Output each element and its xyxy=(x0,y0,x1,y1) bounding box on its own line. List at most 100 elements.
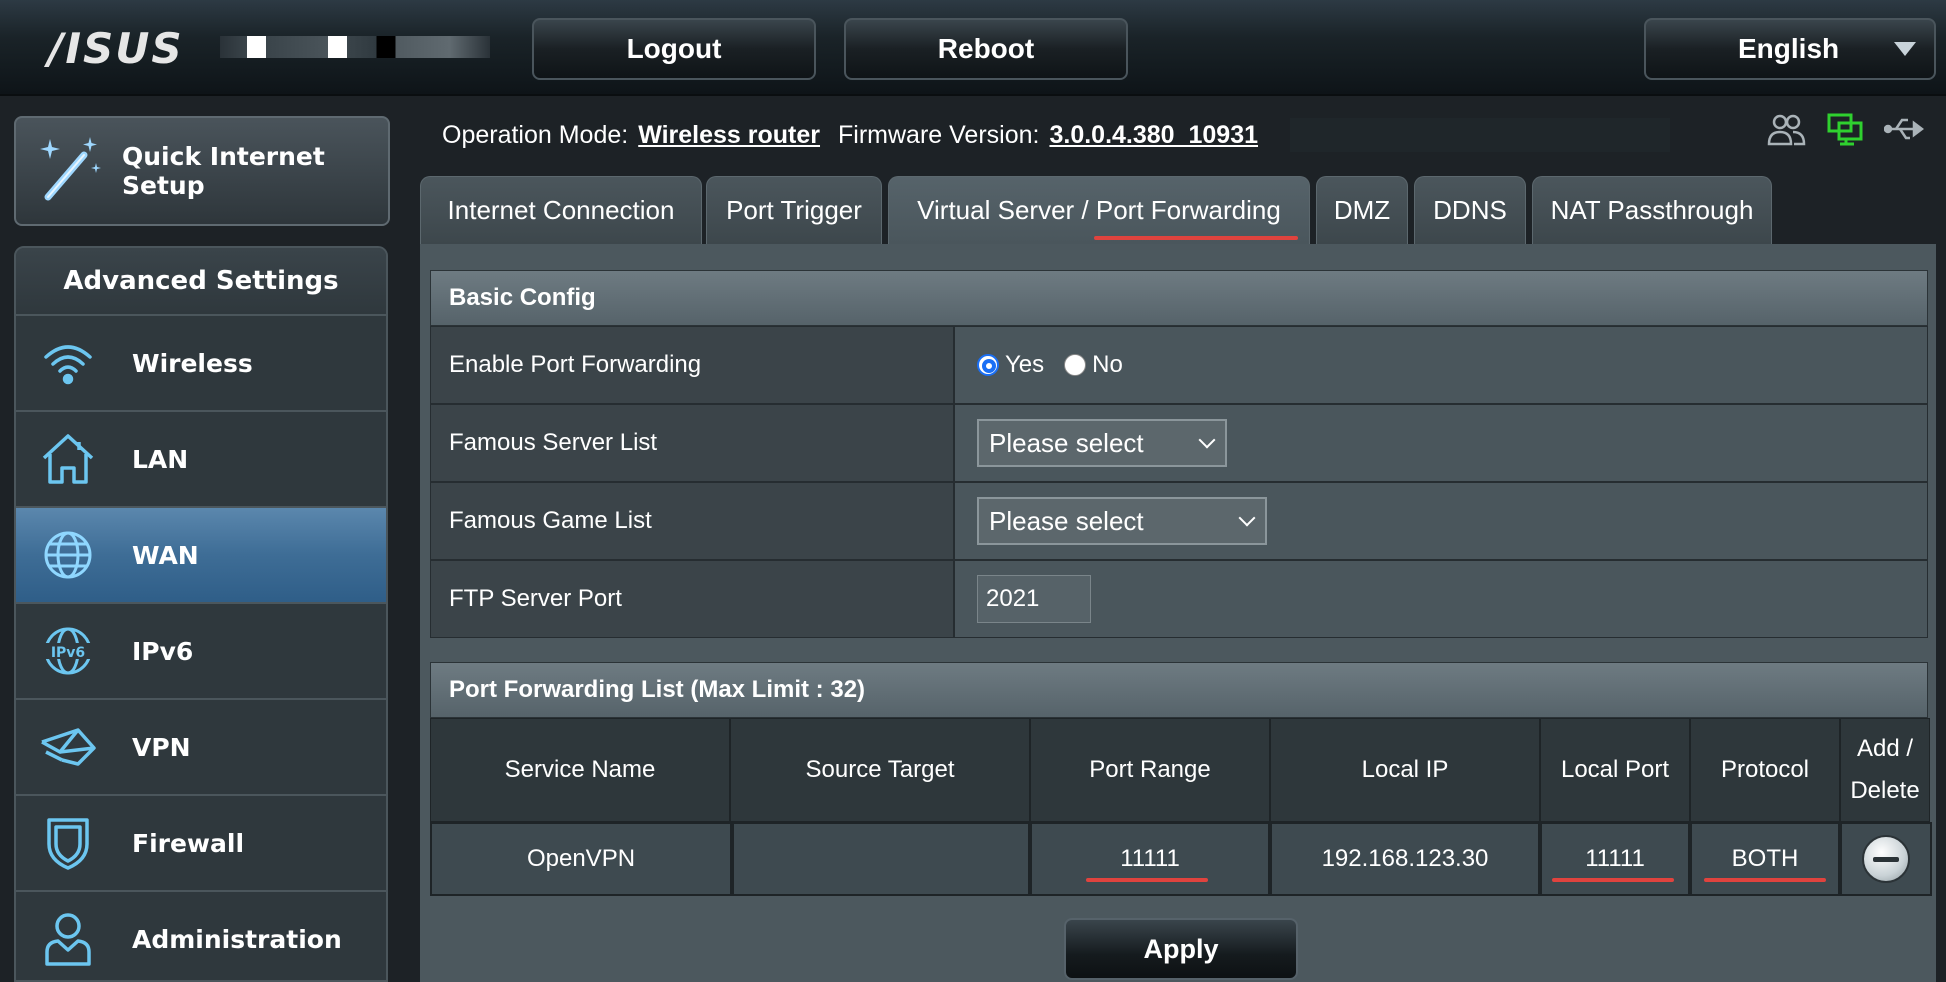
tab-virtual-server-port-forwarding[interactable]: Virtual Server / Port Forwarding xyxy=(888,176,1310,244)
sidebar-item-wireless[interactable]: Wireless xyxy=(16,316,386,412)
tab-label: Internet Connection xyxy=(447,195,675,225)
cell-text: 192.168.123.30 xyxy=(1321,845,1489,872)
field-value: Please select xyxy=(954,482,1928,560)
logout-button[interactable]: Logout xyxy=(532,18,816,80)
section-title: Basic Config xyxy=(449,284,596,311)
sidebar-item-ipv6[interactable]: IPv6 IPv6 xyxy=(16,604,386,700)
tab-port-trigger[interactable]: Port Trigger xyxy=(706,176,882,244)
field-value: Please select xyxy=(954,404,1928,482)
famous-server-select[interactable]: Please select xyxy=(977,419,1227,467)
cell-protocol: BOTH xyxy=(1690,822,1840,896)
usb-icon[interactable] xyxy=(1883,114,1925,149)
cell-text: OpenVPN xyxy=(526,845,636,872)
field-label: FTP Server Port xyxy=(430,560,954,638)
sidebar-item-label: WAN xyxy=(132,540,199,570)
sidebar-item-label: LAN xyxy=(132,444,189,474)
magic-wand-icon xyxy=(38,135,104,208)
cell-delete xyxy=(1840,822,1932,896)
tab-label: Virtual Server / Port Forwarding xyxy=(917,195,1281,225)
firmware-version-label: Firmware Version: xyxy=(838,120,1040,149)
select-value: Please select xyxy=(989,505,1144,536)
highlight-underline xyxy=(1552,878,1674,882)
yes-radio[interactable] xyxy=(977,354,999,376)
chevron-down-icon xyxy=(1238,509,1256,527)
no-radio[interactable] xyxy=(1064,354,1087,376)
tab-label: DDNS xyxy=(1433,195,1507,225)
no-label: No xyxy=(1092,351,1123,378)
tab-label: DMZ xyxy=(1333,195,1391,225)
column-header-add-delete: Add / Delete xyxy=(1840,718,1930,822)
quick-internet-setup-button[interactable]: Quick Internet Setup xyxy=(14,116,390,226)
asus-logo[interactable]: /ISUS xyxy=(48,23,198,73)
redacted-block xyxy=(1290,118,1670,152)
column-header-local-ip: Local IP xyxy=(1270,718,1540,822)
cell-port-range: 11111 xyxy=(1030,822,1270,896)
cell-local-port: 11111 xyxy=(1540,822,1690,896)
tab-nat-passthrough[interactable]: NAT Passthrough xyxy=(1532,176,1772,244)
ipv6-icon: IPv6 xyxy=(36,619,100,683)
logo-text: /ISUS xyxy=(48,23,184,73)
field-label: Famous Server List xyxy=(430,404,954,482)
tab-dmz[interactable]: DMZ xyxy=(1316,176,1408,244)
reboot-label: Reboot xyxy=(937,33,1035,64)
port-forwarding-list-heading: Port Forwarding List (Max Limit : 32) xyxy=(430,662,1928,718)
sidebar-item-wan[interactable]: WAN xyxy=(16,508,386,604)
tab-ddns[interactable]: DDNS xyxy=(1414,176,1526,244)
operation-mode-link[interactable]: Wireless router xyxy=(638,121,820,150)
cell-service-name: OpenVPN xyxy=(430,822,732,896)
logout-label: Logout xyxy=(626,33,722,64)
home-icon xyxy=(36,427,100,491)
reboot-button[interactable]: Reboot xyxy=(844,18,1128,80)
sidebar-heading: Advanced Settings xyxy=(16,248,386,316)
language-select[interactable]: English xyxy=(1644,18,1936,80)
sidebar-item-administration[interactable]: Administration xyxy=(16,892,386,980)
user-icon xyxy=(36,907,100,971)
tab-internet-connection[interactable]: Internet Connection xyxy=(420,176,702,244)
field-value: 2021 xyxy=(954,560,1928,638)
field-label: Famous Game List xyxy=(430,482,954,560)
sidebar-item-label: VPN xyxy=(132,732,191,762)
sidebar-item-vpn[interactable]: VPN xyxy=(16,700,386,796)
clients-icon[interactable] xyxy=(1766,112,1806,151)
famous-game-list-row: Famous Game List Please select xyxy=(430,482,1928,560)
enable-port-forwarding-row: Enable Port Forwarding Yes No xyxy=(430,326,1928,404)
sidebar-item-firewall[interactable]: Firewall xyxy=(16,796,386,892)
famous-game-select[interactable]: Please select xyxy=(977,497,1267,545)
sidebar-item-label: Firewall xyxy=(132,828,245,858)
column-header-local-port: Local Port xyxy=(1540,718,1690,822)
basic-config-heading: Basic Config xyxy=(430,270,1928,326)
delete-row-button[interactable] xyxy=(1862,835,1910,883)
yes-label: Yes xyxy=(1005,351,1045,378)
apply-button[interactable]: Apply xyxy=(1064,918,1298,980)
wifi-icon xyxy=(36,331,100,395)
network-status-icon[interactable] xyxy=(1826,112,1864,151)
field-value: Yes No xyxy=(954,326,1928,404)
select-value: Please select xyxy=(989,427,1144,458)
highlight-underline xyxy=(1704,878,1826,882)
chevron-down-icon xyxy=(1894,42,1916,56)
cell-text: 11111 xyxy=(1585,845,1645,872)
section-title: Port Forwarding List (Max Limit : 32) xyxy=(449,676,866,703)
language-label: English xyxy=(1738,33,1840,64)
status-icons xyxy=(1766,112,1925,151)
sidebar-item-lan[interactable]: LAN xyxy=(16,412,386,508)
sidebar-item-label: IPv6 xyxy=(132,636,194,666)
chevron-down-icon xyxy=(1198,431,1216,449)
tab-label: Port Trigger xyxy=(726,195,862,225)
minus-icon xyxy=(1873,856,1899,862)
firmware-version-link[interactable]: 3.0.0.4.380_10931 xyxy=(1049,121,1258,150)
highlight-underline xyxy=(1086,878,1208,882)
field-label: Enable Port Forwarding xyxy=(430,326,954,404)
famous-server-list-row: Famous Server List Please select xyxy=(430,404,1928,482)
sidebar-item-label: Wireless xyxy=(132,348,253,378)
ftp-port-input[interactable]: 2021 xyxy=(977,575,1091,623)
column-header-service-name: Service Name xyxy=(430,718,730,822)
operation-mode-label: Operation Mode: xyxy=(442,120,629,149)
cell-text: BOTH xyxy=(1731,845,1799,872)
cell-local-ip: 192.168.123.30 xyxy=(1270,822,1540,896)
ftp-server-port-row: FTP Server Port 2021 xyxy=(430,560,1928,638)
shield-icon xyxy=(36,811,100,875)
apply-label: Apply xyxy=(1143,933,1219,964)
redacted-block xyxy=(220,36,490,58)
sidebar-item-label: Administration xyxy=(132,924,342,954)
